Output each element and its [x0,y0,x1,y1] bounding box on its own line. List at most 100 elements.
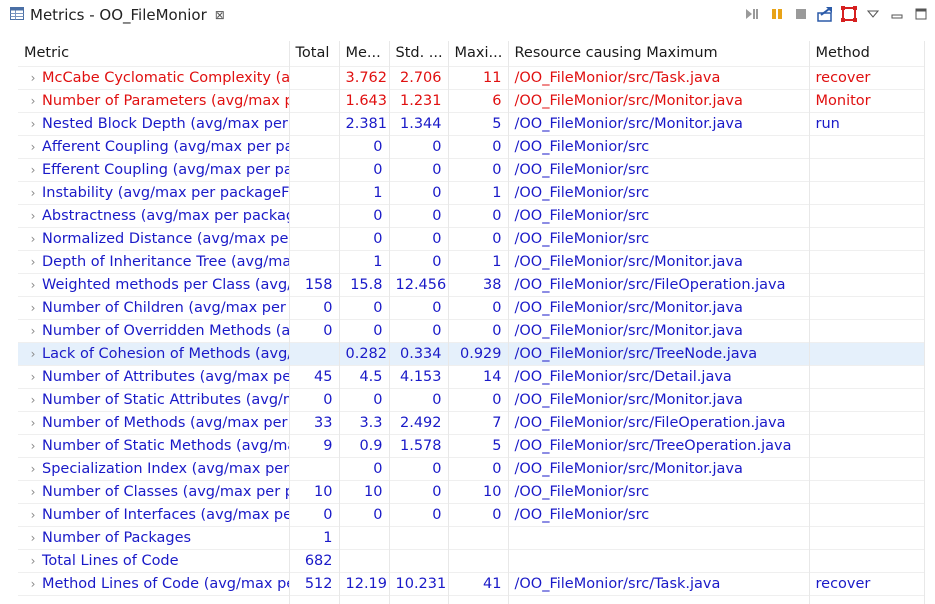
table-row[interactable]: ›Weighted methods per Class (avg/max per… [18,272,925,296]
column-header-resource[interactable]: Resource causing Maximum [508,41,810,66]
table-row[interactable]: ›McCabe Cyclomatic Complexity (avg/max p… [18,65,925,89]
metric-cell[interactable]: ›McCabe Cyclomatic Complexity (avg/max p… [18,65,290,89]
expand-chevron-icon[interactable]: › [24,462,42,476]
metric-cell[interactable]: › Total Lines of Code [18,548,290,572]
expand-chevron-icon[interactable]: › [24,278,42,292]
column-header-std-dev[interactable]: Std. ... [389,41,449,66]
expand-chevron-icon[interactable]: › [24,531,42,545]
metric-cell[interactable]: ›Number of Static Attributes (avg/max pe… [18,387,290,411]
expand-chevron-icon[interactable]: › [24,186,42,200]
metric-cell[interactable]: ›Nested Block Depth (avg/max per method) [18,111,290,135]
expand-chevron-icon[interactable]: › [24,255,42,269]
table-row[interactable]: ›Abstractness (avg/max per packageFragme… [18,203,925,227]
expand-chevron-icon[interactable]: › [24,117,42,131]
metric-cell[interactable]: ›Specialization Index (avg/max per type) [18,456,290,480]
metric-cell[interactable]: ›Number of Static Methods (avg/max per t… [18,433,290,457]
metric-cell[interactable]: ›Depth of Inheritance Tree (avg/max per … [18,249,290,273]
metric-cell[interactable]: › Number of Packages [18,525,290,549]
expand-chevron-icon[interactable]: › [24,163,42,177]
table-row[interactable]: ›Number of Attributes (avg/max per type)… [18,364,925,388]
expand-chevron-icon[interactable]: › [24,94,42,108]
table-row[interactable]: ›Number of Methods (avg/max per type)333… [18,410,925,434]
expand-chevron-icon[interactable]: › [24,554,42,568]
table-row[interactable]: ›Afferent Coupling (avg/max per packageF… [18,134,925,158]
stop-icon[interactable] [792,6,809,23]
table-row[interactable]: › Total Lines of Code 682 [18,548,925,572]
table-row[interactable]: ›Number of Parameters (avg/max per metho… [18,88,925,112]
metric-cell[interactable]: ›Number of Classes (avg/max per packageF… [18,479,290,503]
table-row[interactable]: ›Depth of Inheritance Tree (avg/max per … [18,249,925,273]
std-dev-cell: 1.344 [389,111,449,135]
view-menu-icon[interactable] [864,6,881,23]
expand-chevron-icon[interactable]: › [24,416,42,430]
table-row[interactable]: ›Number of Classes (avg/max per packageF… [18,479,925,503]
expand-chevron-icon[interactable]: › [24,577,42,591]
expand-chevron-icon[interactable]: › [24,393,42,407]
method-cell: run [809,111,925,135]
table-row[interactable]: ›Lack of Cohesion of Methods (avg/max pe… [18,341,925,365]
table-row[interactable]: ›Number of Children (avg/max per type)00… [18,295,925,319]
table-row[interactable]: › Number of Packages 1 [18,525,925,549]
expand-chevron-icon[interactable]: › [24,485,42,499]
metric-cell[interactable]: ›Number of Interfaces (avg/max per packa… [18,502,290,526]
table-row[interactable]: ›Number of Overridden Methods (avg/max p… [18,318,925,342]
table-row[interactable]: ›Specialization Index (avg/max per type)… [18,456,925,480]
expand-chevron-icon[interactable]: › [24,71,42,85]
expand-chevron-icon[interactable]: › [24,508,42,522]
maximize-icon[interactable] [912,6,929,23]
view-tab-bar: Metrics - OO_FileMonior ⊠ [0,0,935,30]
metric-cell[interactable]: ›Instability (avg/max per packageFragmen… [18,180,290,204]
metric-cell[interactable]: ›Weighted methods per Class (avg/max per… [18,272,290,296]
total-cell: 9 [289,433,340,457]
table-row[interactable]: ›Number of Interfaces (avg/max per packa… [18,502,925,526]
export-icon[interactable] [816,6,833,23]
metric-cell[interactable]: ›Normalized Distance (avg/max per packag… [18,226,290,250]
minimize-icon[interactable] [888,6,905,23]
metrics-view-tab[interactable]: Metrics - OO_FileMonior ⊠ [4,3,231,27]
metric-cell[interactable]: ›Number of Parameters (avg/max per metho… [18,88,290,112]
table-row[interactable]: ›Normalized Distance (avg/max per packag… [18,226,925,250]
column-header-maximum[interactable]: Maxi... [448,41,509,66]
metric-cell[interactable]: ›Number of Overridden Methods (avg/max p… [18,318,290,342]
metric-cell[interactable]: ›Method Lines of Code (avg/max per metho… [18,571,290,595]
close-icon[interactable]: ⊠ [215,8,225,22]
table-row[interactable]: ›Efferent Coupling (avg/max per packageF… [18,157,925,181]
metric-name: Depth of Inheritance Tree (avg/max per t… [42,253,288,270]
column-header-method[interactable]: Method [809,41,925,66]
metric-cell[interactable]: ›Number of Methods (avg/max per type) [18,410,290,434]
metric-cell[interactable]: ›Lack of Cohesion of Methods (avg/max pe… [18,341,290,365]
mean-cell: 0 [339,295,390,319]
metric-cell[interactable]: ›Abstractness (avg/max per packageFragme… [18,203,290,227]
expand-chevron-icon[interactable]: › [24,439,42,453]
table-row[interactable]: ›Instability (avg/max per packageFragmen… [18,180,925,204]
metric-cell[interactable]: ›Efferent Coupling (avg/max per packageF… [18,157,290,181]
expand-chevron-icon[interactable]: › [24,232,42,246]
expand-chevron-icon[interactable]: › [24,370,42,384]
column-header-total[interactable]: Total [289,41,340,66]
method-cell [809,318,925,342]
expand-chevron-icon[interactable]: › [24,324,42,338]
table-row[interactable]: ›Method Lines of Code (avg/max per metho… [18,571,925,595]
mean-cell: 0 [339,226,390,250]
table-row[interactable]: ›Number of Static Attributes (avg/max pe… [18,387,925,411]
method-cell [809,226,925,250]
metric-cell[interactable]: ›Number of Attributes (avg/max per type) [18,364,290,388]
expand-chevron-icon[interactable]: › [24,347,42,361]
pause-icon[interactable] [768,6,785,23]
expand-chevron-icon[interactable]: › [24,301,42,315]
column-header-mean[interactable]: Me... [339,41,390,66]
total-cell [289,65,340,89]
expand-chevron-icon[interactable]: › [24,209,42,223]
metrics-table-container[interactable]: Metric Total Me... Std. ... Maxi... Reso… [18,41,935,604]
metric-cell[interactable]: ›Afferent Coupling (avg/max per packageF… [18,134,290,158]
layout-icon[interactable] [840,6,857,23]
total-cell: 33 [289,410,340,434]
resource-cell: /OO_FileMonior/src/Monitor.java [508,88,810,112]
step-icon[interactable] [744,6,761,23]
table-row[interactable]: ›Nested Block Depth (avg/max per method)… [18,111,925,135]
column-header-metric[interactable]: Metric [18,41,290,66]
table-row[interactable]: ›Number of Static Methods (avg/max per t… [18,433,925,457]
metric-cell[interactable]: ›Number of Children (avg/max per type) [18,295,290,319]
expand-chevron-icon[interactable]: › [24,140,42,154]
metric-name: Number of Overridden Methods (avg/max pe… [42,322,289,339]
